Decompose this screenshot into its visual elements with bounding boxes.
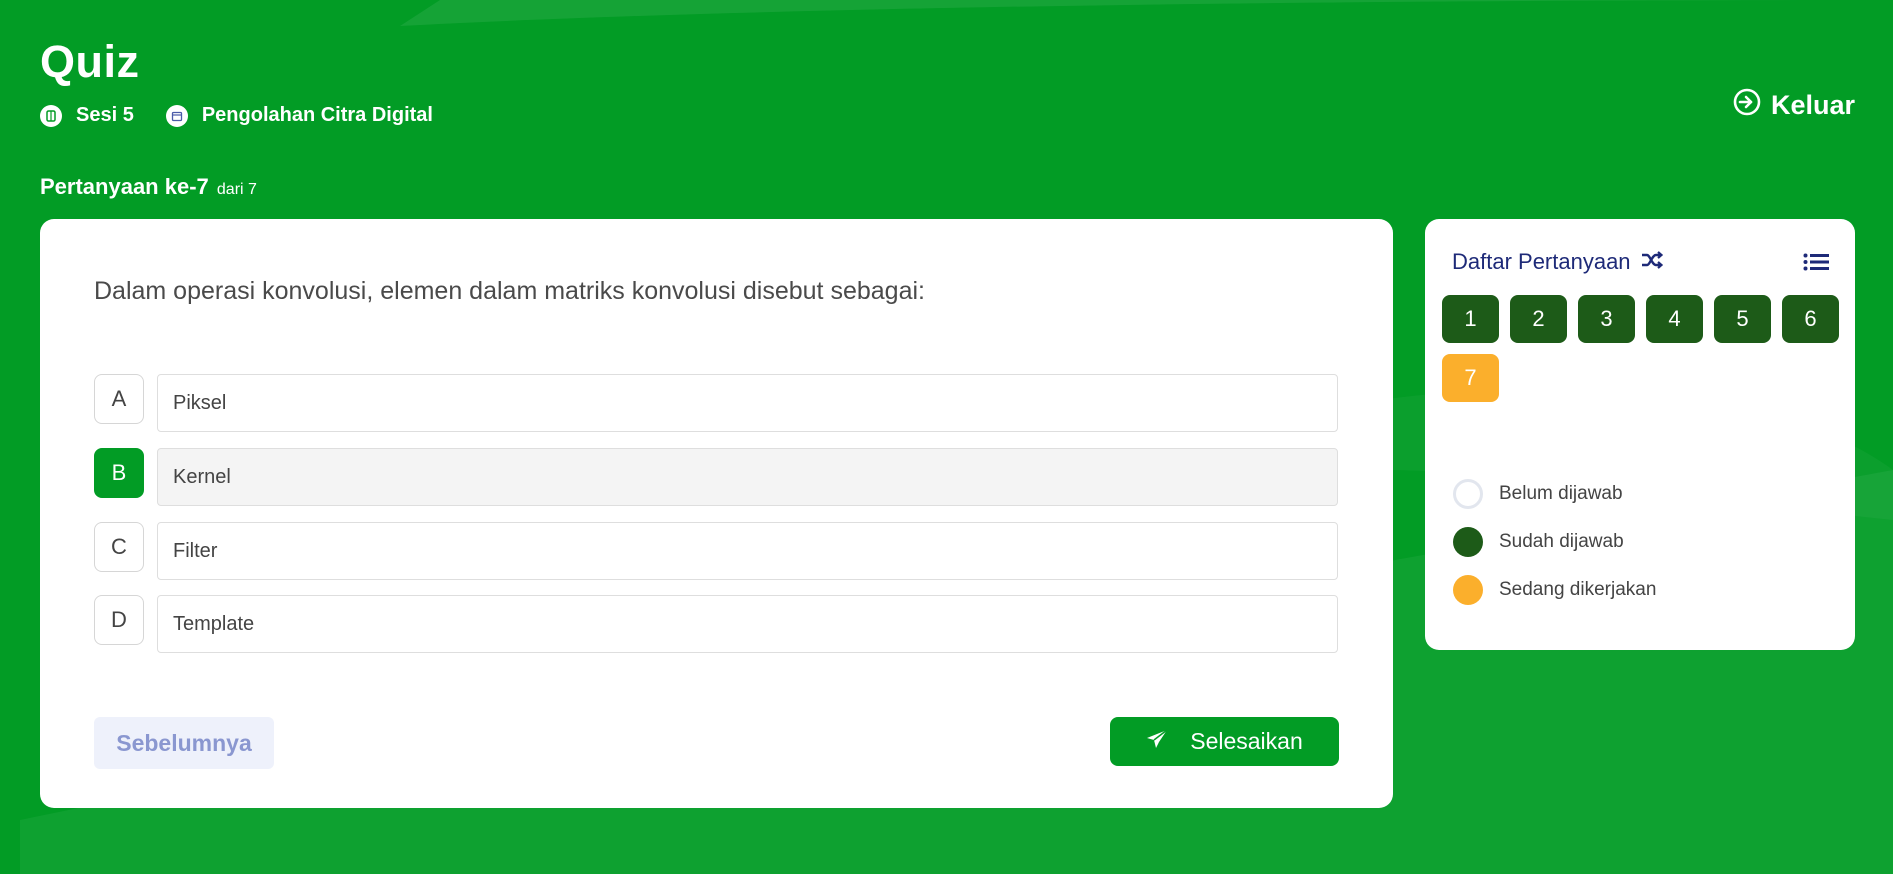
option-text[interactable]: Piksel xyxy=(157,374,1338,432)
session-label: Sesi 5 xyxy=(76,104,134,126)
course-info: Pengolahan Citra Digital xyxy=(165,104,433,127)
legend-unanswered: Belum dijawab xyxy=(1453,479,1656,509)
legend-answered-label: Sudah dijawab xyxy=(1499,531,1624,552)
status-legend: Belum dijawab Sudah dijawab Sedang diker… xyxy=(1453,479,1657,624)
legend-in-progress: Sedang dikerjakan xyxy=(1453,575,1657,605)
question-counter: Pertanyaan ke-7 dari 7 xyxy=(40,174,257,200)
question-number-4[interactable]: 4 xyxy=(1646,295,1703,343)
shuffle-icon xyxy=(1641,249,1663,275)
book-icon xyxy=(40,104,62,127)
option-text[interactable]: Template xyxy=(157,595,1338,653)
option-letter[interactable]: D xyxy=(94,595,144,645)
question-total-label: dari 7 xyxy=(216,181,257,198)
option-c[interactable]: C Filter xyxy=(94,522,1338,580)
option-text[interactable]: Kernel xyxy=(157,448,1338,506)
logout-label: Keluar xyxy=(1770,90,1855,120)
legend-in-progress-label: Sedang dikerjakan xyxy=(1499,579,1657,600)
option-a[interactable]: A Piksel xyxy=(94,374,1338,432)
course-label: Pengolahan Citra Digital xyxy=(201,104,433,126)
option-letter[interactable]: A xyxy=(94,374,144,424)
quiz-page: Quiz Sesi 5 Pengolahan Citra Digital Kel… xyxy=(0,0,1893,874)
page-title: Quiz xyxy=(40,36,140,87)
question-number-1[interactable]: 1 xyxy=(1442,295,1499,343)
question-number-grid: 1 2 3 4 5 6 7 xyxy=(1442,295,1842,402)
answered-dot-icon xyxy=(1453,527,1483,557)
question-text: Dalam operasi konvolusi, elemen dalam ma… xyxy=(94,277,925,305)
question-list-label: Daftar Pertanyaan xyxy=(1452,249,1631,274)
logout-button[interactable]: Keluar xyxy=(1733,88,1855,123)
option-letter[interactable]: B xyxy=(94,448,144,498)
option-text[interactable]: Filter xyxy=(157,522,1338,580)
quiz-meta: Sesi 5 Pengolahan Citra Digital xyxy=(40,104,433,127)
question-number-7[interactable]: 7 xyxy=(1442,354,1499,402)
question-number-5[interactable]: 5 xyxy=(1714,295,1771,343)
question-number-label: Pertanyaan ke-7 xyxy=(40,174,209,199)
option-b[interactable]: B Kernel xyxy=(94,448,1338,506)
finish-button[interactable]: Selesaikan xyxy=(1110,717,1339,766)
logout-icon xyxy=(1733,88,1761,123)
session-info: Sesi 5 xyxy=(40,104,134,127)
list-view-icon[interactable] xyxy=(1803,253,1829,276)
question-list-panel: Daftar Pertanyaan 1 2 3 4 5 6 7 Belum di… xyxy=(1425,219,1855,650)
legend-unanswered-label: Belum dijawab xyxy=(1499,483,1623,504)
question-number-6[interactable]: 6 xyxy=(1782,295,1839,343)
calendar-icon xyxy=(165,104,188,127)
legend-answered: Sudah dijawab xyxy=(1453,527,1656,557)
unanswered-dot-icon xyxy=(1453,479,1483,509)
in-progress-dot-icon xyxy=(1453,575,1483,605)
question-number-2[interactable]: 2 xyxy=(1510,295,1567,343)
question-list-title: Daftar Pertanyaan xyxy=(1452,249,1663,275)
previous-button[interactable]: Sebelumnya xyxy=(94,717,274,769)
option-d[interactable]: D Template xyxy=(94,595,1338,653)
question-card: Dalam operasi konvolusi, elemen dalam ma… xyxy=(40,219,1393,808)
finish-label: Selesaikan xyxy=(1190,728,1303,754)
option-letter[interactable]: C xyxy=(94,522,144,572)
question-number-3[interactable]: 3 xyxy=(1578,295,1635,343)
send-icon xyxy=(1146,728,1168,755)
